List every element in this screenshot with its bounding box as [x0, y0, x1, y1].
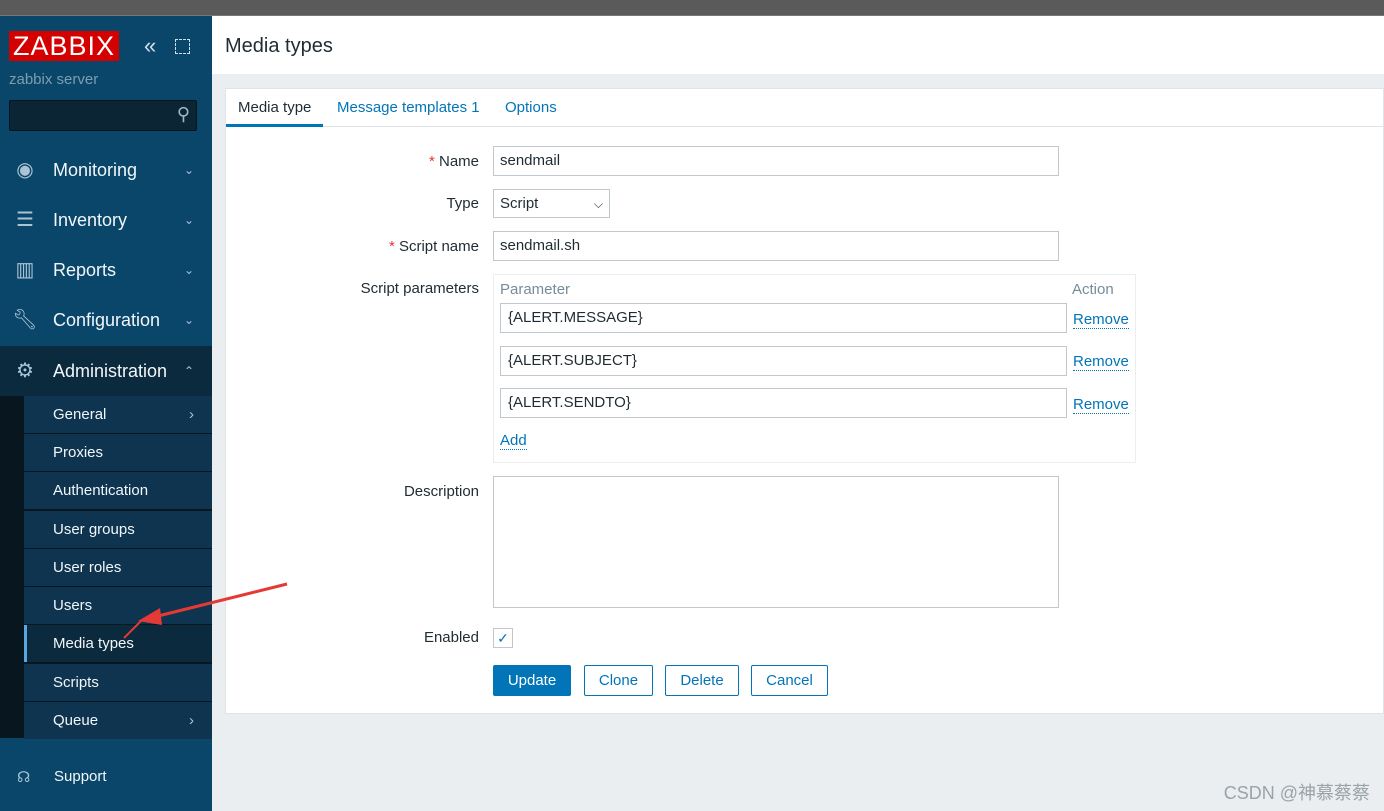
watermark: CSDN @神慕蔡蔡	[1223, 783, 1370, 803]
annotation-arrow	[123, 582, 288, 639]
